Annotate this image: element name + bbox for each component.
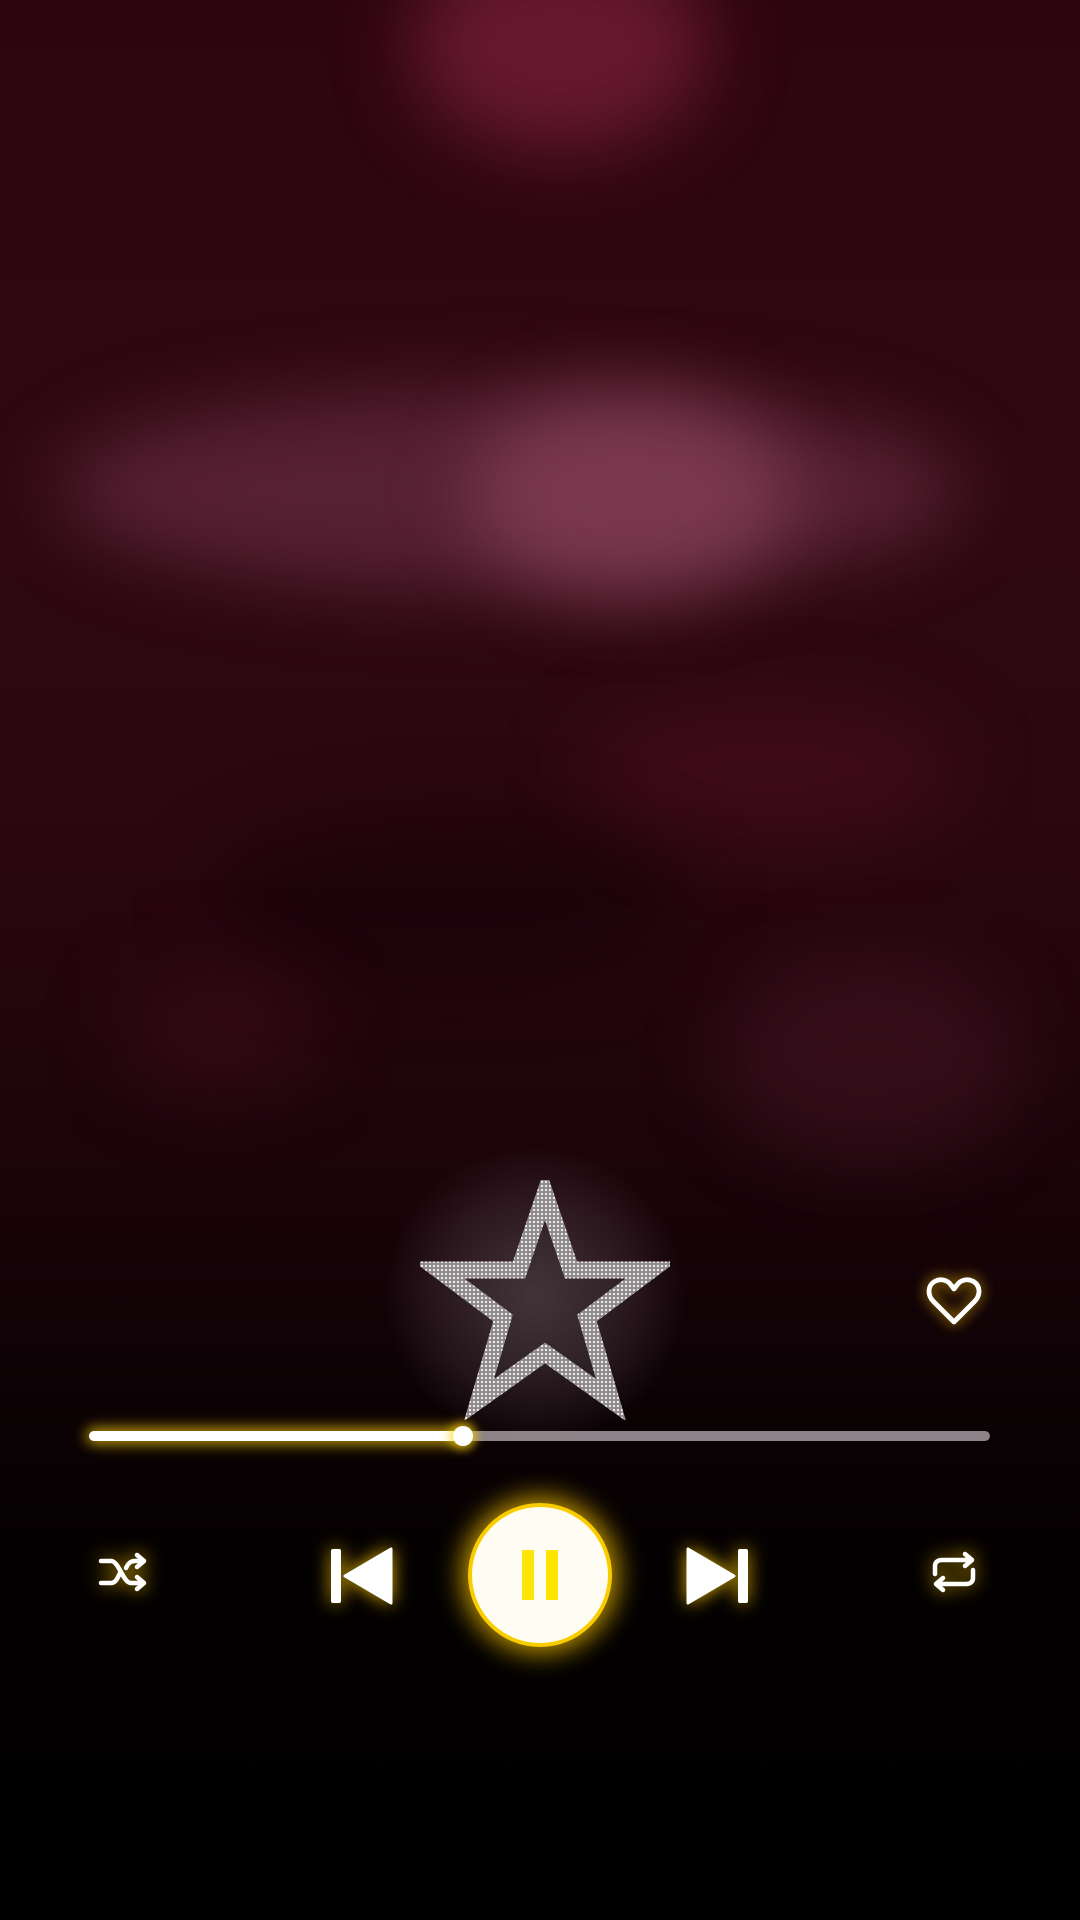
repeat-icon bbox=[932, 1551, 976, 1593]
shuffle-icon bbox=[98, 1552, 147, 1592]
music-player-screen bbox=[0, 0, 1080, 1920]
background-blur-shape bbox=[720, 960, 1020, 1160]
background-blur-shape bbox=[210, 820, 690, 980]
favorite-button[interactable] bbox=[925, 1272, 983, 1330]
next-track-button[interactable] bbox=[684, 1545, 752, 1607]
previous-track-button[interactable] bbox=[327, 1545, 395, 1607]
pause-icon bbox=[522, 1550, 534, 1600]
seek-bar[interactable] bbox=[89, 1426, 990, 1446]
heart-outline-icon bbox=[926, 1277, 982, 1325]
play-pause-button[interactable] bbox=[472, 1507, 608, 1643]
background-blur-shape bbox=[470, 390, 790, 600]
background-blur-shape bbox=[580, 700, 960, 840]
seek-bar-progress bbox=[89, 1431, 463, 1441]
star-outline-icon bbox=[420, 1180, 670, 1420]
pause-icon-bar bbox=[546, 1550, 558, 1600]
background-blur-shape bbox=[410, 0, 710, 150]
shuffle-button[interactable] bbox=[97, 1548, 151, 1596]
skip-previous-icon bbox=[331, 1547, 393, 1605]
background-blur-shape bbox=[120, 960, 320, 1100]
skip-next-icon bbox=[686, 1547, 748, 1605]
repeat-button[interactable] bbox=[927, 1548, 981, 1596]
seek-bar-thumb[interactable] bbox=[452, 1426, 473, 1446]
